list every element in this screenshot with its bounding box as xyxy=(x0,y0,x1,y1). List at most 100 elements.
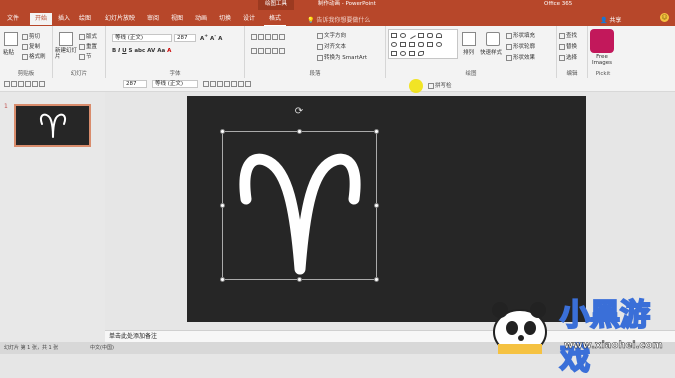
select-button[interactable]: 选择 xyxy=(559,53,577,61)
paste-button[interactable]: 粘贴 xyxy=(3,48,14,56)
resize-handle-nw[interactable] xyxy=(220,129,225,134)
new-slide-icon[interactable] xyxy=(59,32,73,46)
shape-fill-button[interactable]: 形状填充 xyxy=(506,31,535,39)
quick-styles-button[interactable]: 快速样式 xyxy=(480,48,502,56)
reset-button[interactable]: 重置 xyxy=(79,42,97,50)
section-label: 节 xyxy=(86,54,92,60)
tell-me-search[interactable]: 💡 告诉我你想要做什么 xyxy=(307,15,370,24)
qat-format-tools[interactable] xyxy=(203,81,252,88)
tab-view[interactable]: 视图 xyxy=(168,13,186,25)
align-right-icon xyxy=(265,48,271,54)
oval-shape-icon[interactable] xyxy=(400,33,406,38)
font-name-select[interactable]: 等线 (正文) xyxy=(112,34,172,42)
triangle-shape-icon[interactable] xyxy=(400,42,406,47)
section-button[interactable]: 节 xyxy=(79,52,92,60)
share-button[interactable]: 👤 共享 xyxy=(600,15,621,24)
text-direction-button[interactable]: 文字方向 xyxy=(317,31,346,39)
resize-handle-s[interactable] xyxy=(297,277,302,282)
arc-shape-icon[interactable] xyxy=(436,33,442,38)
resize-handle-e[interactable] xyxy=(374,203,379,208)
free-images-button[interactable]: Free Images xyxy=(588,54,616,66)
font-size-select[interactable]: 287 xyxy=(174,34,196,42)
slides-group: 新建幻灯片 版式 重置 节 幻灯片 xyxy=(53,26,106,78)
text-direction-label: 文字方向 xyxy=(324,33,347,39)
shape-icon xyxy=(39,81,45,87)
new-slide-button[interactable]: 新建幻灯片 xyxy=(55,48,79,60)
align-text-icon xyxy=(317,43,323,50)
textbox-shape-icon[interactable] xyxy=(418,33,424,38)
shape-effects-button[interactable]: 形状效果 xyxy=(506,53,535,61)
circle-shape-icon[interactable] xyxy=(391,42,397,47)
line-shape-icon[interactable] xyxy=(408,31,416,40)
arrow-shape-icon[interactable] xyxy=(409,42,415,47)
resize-handle-n[interactable] xyxy=(297,129,302,134)
resize-handle-se[interactable] xyxy=(374,277,379,282)
font-style-buttons[interactable]: B I U S abc AV Aa A xyxy=(112,48,171,54)
callout-shape-icon[interactable] xyxy=(418,42,424,47)
tab-home[interactable]: 开始 xyxy=(30,13,52,25)
tab-insert[interactable]: 插入 xyxy=(55,13,73,25)
format-painter-label: 格式刷 xyxy=(29,54,46,60)
quick-styles-icon[interactable] xyxy=(486,32,500,46)
tab-draw[interactable]: 绘图 xyxy=(76,13,94,25)
replace-button[interactable]: 替换 xyxy=(559,42,577,50)
rotate-handle-icon[interactable]: ⟳ xyxy=(294,107,304,117)
layout-button[interactable]: 版式 xyxy=(79,32,97,40)
find-button[interactable]: 查找 xyxy=(559,31,577,39)
eraser-icon xyxy=(11,81,17,87)
fill-bucket-icon xyxy=(506,32,512,39)
font-size-buttons[interactable]: A+ A- A xyxy=(200,34,222,42)
arrange-button[interactable]: 排列 xyxy=(463,48,474,56)
redo-icon xyxy=(32,81,38,87)
tab-design[interactable]: 设计 xyxy=(240,13,258,25)
resize-handle-sw[interactable] xyxy=(220,277,225,282)
slide-thumbnail[interactable] xyxy=(14,104,91,147)
list-buttons[interactable] xyxy=(251,34,286,41)
font-color-icon: A xyxy=(167,48,172,54)
numbering-icon xyxy=(258,34,264,40)
drawing-group-label: 绘图 xyxy=(465,71,477,77)
shape-effects-label: 形状效果 xyxy=(513,55,536,61)
tab-slideshow[interactable]: 幻灯片放映 xyxy=(100,13,140,25)
qat-size-select[interactable]: 287 xyxy=(123,80,147,88)
arrange-icon[interactable] xyxy=(462,32,476,46)
paste-icon[interactable] xyxy=(4,32,18,46)
star-shape-icon[interactable] xyxy=(427,42,433,47)
distribute-icon xyxy=(231,81,237,87)
resize-handle-w[interactable] xyxy=(220,203,225,208)
clipboard-group-label: 剪贴板 xyxy=(17,71,35,77)
rounded-rect-shape-icon[interactable] xyxy=(427,33,433,38)
copy-button[interactable]: 复制 xyxy=(22,42,40,50)
qat-checkbox[interactable]: 拼写检 xyxy=(428,81,452,89)
outdent-icon xyxy=(272,34,278,40)
rectangle-shape-icon[interactable] xyxy=(391,33,397,38)
smiley-shape-icon[interactable] xyxy=(400,51,406,56)
pickit-logo-icon[interactable] xyxy=(590,29,614,53)
tab-transition[interactable]: 切换 xyxy=(216,13,234,25)
find-label: 查找 xyxy=(566,33,578,39)
feedback-smiley-icon[interactable]: ☺ xyxy=(660,13,669,22)
cut-button[interactable]: 剪切 xyxy=(22,32,40,40)
smartart-button[interactable]: 转换为 SmartArt xyxy=(317,53,367,61)
leaf-shape-icon[interactable] xyxy=(418,51,424,56)
checkbox-icon xyxy=(428,82,434,89)
layout-label: 版式 xyxy=(86,34,98,40)
brace-shape-icon[interactable] xyxy=(436,42,442,47)
tab-animation[interactable]: 动画 xyxy=(192,13,210,25)
flowchart-shape-icon[interactable] xyxy=(409,51,415,56)
format-painter-button[interactable]: 格式刷 xyxy=(22,52,46,60)
align-buttons[interactable] xyxy=(251,48,286,55)
resize-handle-ne[interactable] xyxy=(374,129,379,134)
qat-tools[interactable] xyxy=(4,81,46,88)
shapes-gallery[interactable] xyxy=(388,29,458,59)
bracket-shape-icon[interactable] xyxy=(391,51,397,56)
tab-review[interactable]: 审阅 xyxy=(144,13,162,25)
tab-file[interactable]: 文件 xyxy=(3,13,23,25)
person-icon: 👤 xyxy=(600,17,608,24)
context-tab-label: 绘图工具 xyxy=(258,0,294,10)
tab-format[interactable]: 格式 xyxy=(264,13,286,26)
qat-font-select[interactable]: 等线 (正文) xyxy=(152,80,198,88)
replace-icon xyxy=(559,43,565,50)
shape-outline-button[interactable]: 形状轮廓 xyxy=(506,42,535,50)
align-text-button[interactable]: 对齐文本 xyxy=(317,42,346,50)
